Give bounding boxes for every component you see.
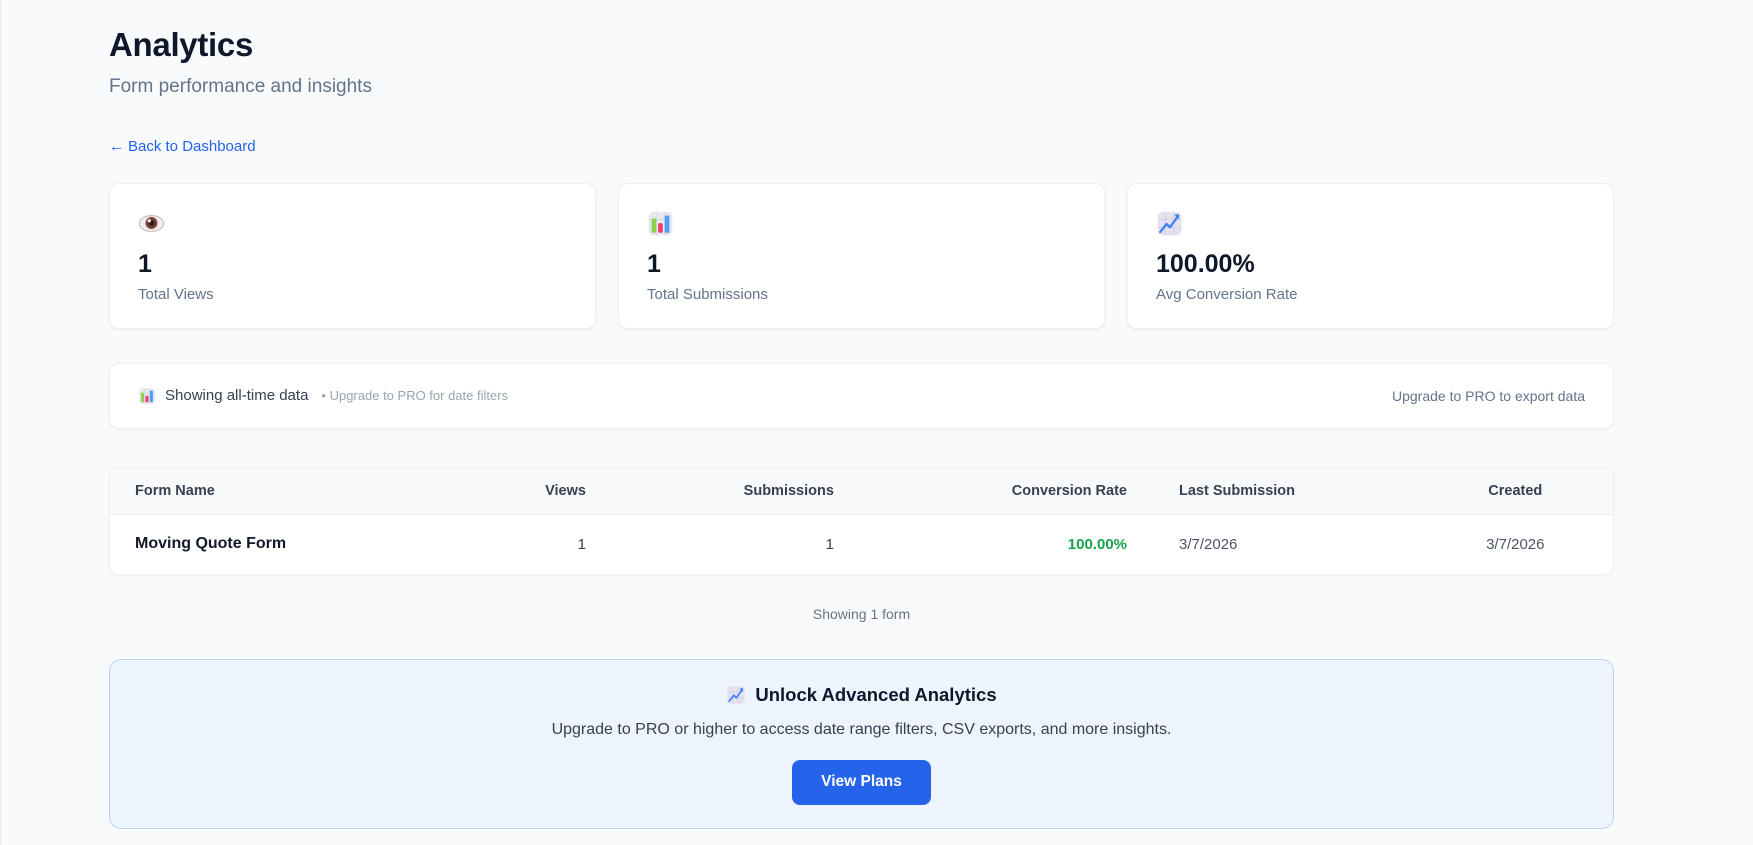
- bar-chart-icon: [138, 387, 156, 405]
- chart-increasing-icon: [1156, 210, 1585, 238]
- view-plans-button[interactable]: View Plans: [792, 760, 931, 805]
- info-bar-secondary-text: • Upgrade to PRO for date filters: [321, 388, 508, 403]
- total-submissions-value: 1: [647, 250, 1076, 279]
- upsell-description: Upgrade to PRO or higher to access date …: [552, 721, 1172, 739]
- table-row: Moving Quote Form 1 1 100.00% 3/7/2026 3…: [110, 514, 1613, 574]
- stat-card-avg-conversion: 100.00% Avg Conversion Rate: [1127, 183, 1614, 329]
- stats-cards: 1 Total Views 1 Total Submissions 100.00…: [109, 183, 1614, 329]
- cell-last-submission: 3/7/2026: [1129, 514, 1418, 574]
- upsell-title-row: Unlock Advanced Analytics: [726, 684, 996, 706]
- chart-increasing-icon: [726, 685, 746, 705]
- page-title: Analytics: [109, 0, 1614, 64]
- upsell-title: Unlock Advanced Analytics: [755, 684, 996, 706]
- table-header-row: Form Name Views Submissions Conversion R…: [110, 468, 1613, 514]
- page-subtitle: Form performance and insights: [109, 76, 1614, 98]
- bar-chart-icon: [647, 210, 1076, 238]
- cell-form-name: Moving Quote Form: [110, 514, 462, 574]
- cell-submissions: 1: [588, 514, 836, 574]
- column-header-last-submission: Last Submission: [1129, 468, 1418, 514]
- forms-table-card: Form Name Views Submissions Conversion R…: [109, 467, 1614, 575]
- cell-views: 1: [462, 514, 588, 574]
- left-arrow-icon: ←: [109, 138, 124, 155]
- content-container: Analytics Form performance and insights …: [109, 0, 1614, 829]
- cell-created: 3/7/2026: [1418, 514, 1613, 574]
- upsell-banner: Unlock Advanced Analytics Upgrade to PRO…: [109, 659, 1614, 829]
- table-footer-count: Showing 1 form: [109, 606, 1614, 622]
- back-to-dashboard-link[interactable]: ←Back to Dashboard: [109, 138, 256, 155]
- forms-table: Form Name Views Submissions Conversion R…: [110, 468, 1613, 574]
- total-submissions-label: Total Submissions: [647, 286, 1076, 303]
- total-views-value: 1: [138, 250, 567, 279]
- column-header-submissions: Submissions: [588, 468, 836, 514]
- back-link-label: Back to Dashboard: [128, 138, 256, 155]
- info-bar-primary-text: Showing all-time data: [165, 387, 308, 404]
- cell-conversion-rate: 100.00%: [836, 514, 1129, 574]
- stat-card-total-views: 1 Total Views: [109, 183, 596, 329]
- avg-conversion-label: Avg Conversion Rate: [1156, 286, 1585, 303]
- info-bar-left: Showing all-time data • Upgrade to PRO f…: [138, 387, 508, 405]
- info-bar-export-text: Upgrade to PRO to export data: [1392, 388, 1585, 404]
- total-views-label: Total Views: [138, 286, 567, 303]
- analytics-page: { "page": { "title": "Analytics", "subti…: [0, 0, 1753, 845]
- column-header-form-name: Form Name: [110, 468, 462, 514]
- avg-conversion-value: 100.00%: [1156, 250, 1585, 279]
- column-header-views: Views: [462, 468, 588, 514]
- column-header-created: Created: [1418, 468, 1613, 514]
- stat-card-total-submissions: 1 Total Submissions: [618, 183, 1105, 329]
- eye-icon: [138, 210, 567, 238]
- info-bar: Showing all-time data • Upgrade to PRO f…: [109, 363, 1614, 429]
- column-header-conversion-rate: Conversion Rate: [836, 468, 1129, 514]
